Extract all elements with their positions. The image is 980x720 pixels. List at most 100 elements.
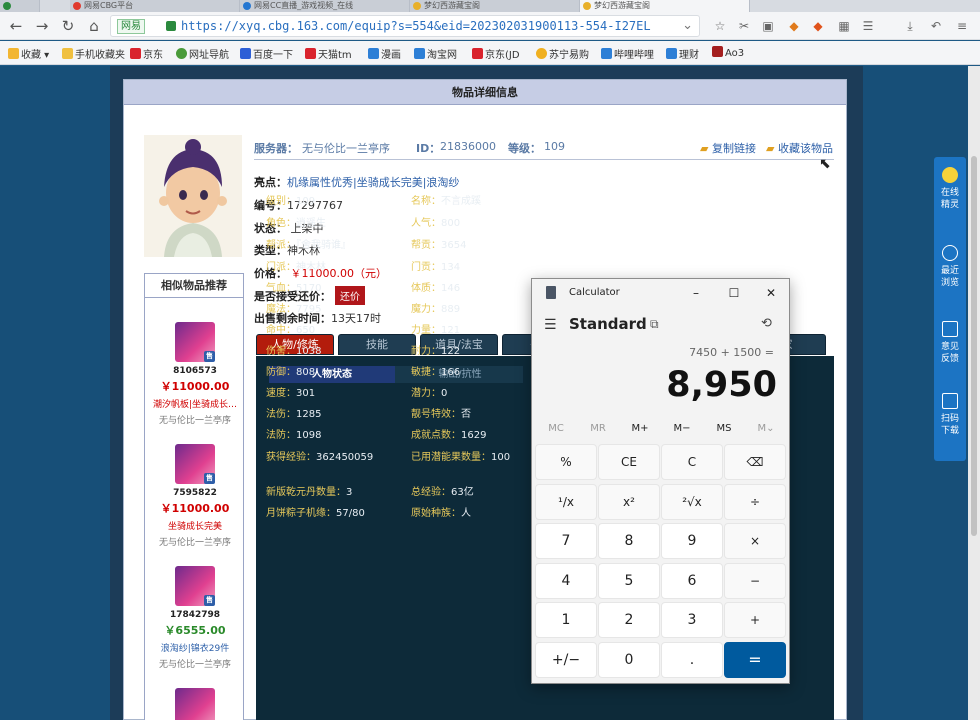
level-value: 109 [544, 140, 565, 153]
scan-download-button[interactable]: 扫码 下载 [934, 393, 966, 437]
calculator-window: Calculator – ☐ ✕ ☰ Standard ⧉ ⟲ 7450 + 1… [531, 278, 790, 684]
browser-tab-active[interactable]: 梦幻西游藏宝阁 [580, 0, 750, 12]
bookmark-item[interactable]: 收藏 ▾ [8, 46, 49, 61]
tab-favicon [73, 2, 81, 10]
calc-key[interactable]: +/− [535, 641, 597, 678]
fox-icon[interactable]: ◆ [810, 18, 826, 34]
undo-icon[interactable]: ↶ [928, 18, 944, 34]
memory-button[interactable]: M⌄ [745, 423, 787, 434]
refresh-icon[interactable]: ↻ [58, 16, 78, 36]
calculator-title: Calculator [569, 287, 620, 298]
maximize-icon[interactable]: ☐ [719, 283, 749, 303]
close-icon[interactable]: ✕ [756, 283, 786, 303]
calc-key[interactable]: ÷ [724, 483, 786, 520]
forward-icon[interactable]: → [32, 16, 52, 36]
bookmark-item[interactable]: 京东 [130, 46, 163, 61]
tab-favicon [583, 2, 591, 10]
copy-link-button[interactable]: ▰ 复制链接 [700, 140, 756, 156]
bookmark-item[interactable]: 淘宝网 [414, 46, 457, 61]
menu-icon[interactable]: ☰ [860, 18, 876, 34]
hamburger-menu-icon[interactable]: ☰ [544, 317, 557, 333]
item-thumbnail[interactable] [175, 688, 215, 720]
similar-item[interactable] [145, 688, 245, 720]
more-icon[interactable]: ≡ [954, 18, 970, 34]
calc-key[interactable]: × [724, 523, 786, 559]
calc-key[interactable]: 7 [535, 523, 597, 559]
item-thumbnail[interactable]: 售 [175, 566, 215, 606]
calc-key[interactable]: CE [598, 444, 660, 480]
back-icon[interactable]: ← [6, 16, 26, 36]
shield-icon[interactable]: ◆ [786, 18, 802, 34]
history-icon[interactable]: ⟲ [761, 316, 772, 331]
calc-key[interactable]: 9 [661, 523, 723, 559]
url-text[interactable]: https://xyq.cbg.163.com/equip?s=554&eid=… [181, 19, 651, 33]
comic-icon [368, 48, 379, 59]
highlights-value[interactable]: 机缘属性优秀|坐骑成长完美|浪淘纱 [287, 176, 459, 189]
calc-key[interactable]: 4 [535, 562, 597, 599]
item-thumbnail[interactable]: 售 [175, 444, 215, 484]
calc-key[interactable]: C [661, 444, 723, 480]
memory-button[interactable]: M+ [619, 423, 661, 434]
browser-tab[interactable]: 网易CBG平台 [70, 0, 240, 12]
calculator-titlebar[interactable]: Calculator – ☐ ✕ [532, 279, 789, 307]
bookmark-item[interactable]: 哔哩哔哩 [601, 46, 654, 61]
bookmark-item[interactable]: 手机收藏夹 [62, 46, 125, 61]
similar-item[interactable]: 售 17842798 ￥6555.00 浪淘纱|锦衣29件 无与伦比一兰亭序 [145, 566, 245, 670]
bookmark-item[interactable]: 百度一下 [240, 46, 293, 61]
feedback-button[interactable]: 意见 反馈 [934, 321, 966, 365]
memory-button[interactable]: MR [577, 423, 619, 434]
bookmark-star-icon[interactable]: ☆ [712, 18, 728, 34]
calc-key[interactable]: 1 [535, 602, 597, 638]
stat-right-label: 力量： [411, 325, 441, 336]
tab-skills[interactable]: 技能 [338, 334, 416, 355]
calc-key[interactable]: ⌫ [724, 444, 786, 480]
calc-key[interactable]: 0 [598, 641, 660, 678]
bookmark-item[interactable]: 网址导航 [176, 46, 229, 61]
browser-tab[interactable]: 梦幻西游藏宝阁 [410, 0, 580, 12]
keep-on-top-icon[interactable]: ⧉ [650, 317, 659, 332]
memory-button[interactable]: MS [703, 423, 745, 434]
baidu-icon [240, 48, 251, 59]
favorite-button[interactable]: ▰ 收藏该物品 [766, 140, 833, 156]
scissors-icon[interactable]: ✂ [736, 18, 752, 34]
calc-key[interactable]: + [724, 602, 786, 638]
browser-tab-first[interactable] [0, 0, 40, 12]
calc-key[interactable]: 5 [598, 562, 660, 599]
calc-key[interactable]: 3 [661, 602, 723, 638]
similar-item[interactable]: 售 7595822 ￥11000.00 坐骑成长完美 无与伦比一兰亭序 [145, 444, 245, 548]
memory-button[interactable]: M− [661, 423, 703, 434]
address-bar[interactable]: 网易 https://xyq.cbg.163.com/equip?s=554&e… [110, 15, 700, 37]
calc-key[interactable]: − [724, 562, 786, 599]
bargain-button[interactable]: 还价 [335, 286, 365, 305]
calc-key[interactable]: 6 [661, 562, 723, 599]
download-icon[interactable]: ⤓ [902, 18, 918, 34]
extension-icon[interactable]: ▣ [760, 18, 776, 34]
home-icon[interactable]: ⌂ [84, 16, 104, 36]
browser-tab[interactable]: 网易CC直播_游戏视频_在线 [240, 0, 410, 12]
bookmark-item[interactable]: 苏宁易购 [536, 46, 589, 61]
bookmark-item[interactable]: 漫画 [368, 46, 401, 61]
bookmark-item[interactable]: 京东(JD [472, 46, 520, 61]
calc-key[interactable]: ²√x [661, 483, 723, 520]
assistant-icon [942, 167, 958, 183]
page-scrollbar[interactable] [968, 66, 980, 720]
calc-key[interactable]: = [724, 641, 786, 678]
online-assistant-button[interactable]: 在线 精灵 [934, 167, 966, 211]
calc-key[interactable]: ¹/x [535, 483, 597, 520]
bookmark-item[interactable]: 理财 [666, 46, 699, 61]
minimize-icon[interactable]: – [681, 283, 711, 303]
grid-icon[interactable]: ▦ [836, 18, 852, 34]
memory-button[interactable]: MC [535, 423, 577, 434]
calc-key[interactable]: 2 [598, 602, 660, 638]
scrollbar-thumb[interactable] [971, 156, 977, 536]
recent-browse-button[interactable]: 最近 浏览 [934, 245, 966, 289]
calc-key[interactable]: . [661, 641, 723, 678]
bookmark-item[interactable]: Ao3 [712, 46, 744, 59]
item-thumbnail[interactable]: 售 [175, 322, 215, 362]
chevron-down-icon[interactable]: ⌄ [682, 18, 693, 33]
bookmark-item[interactable]: 天猫tm [305, 46, 352, 61]
calc-key[interactable]: 8 [598, 523, 660, 559]
calc-key[interactable]: % [535, 444, 597, 480]
calc-key[interactable]: x² [598, 483, 660, 520]
similar-item[interactable]: 售 8106573 ￥11000.00 潮汐帆板|坐骑成长… 无与伦比一兰亭序 [145, 322, 245, 426]
